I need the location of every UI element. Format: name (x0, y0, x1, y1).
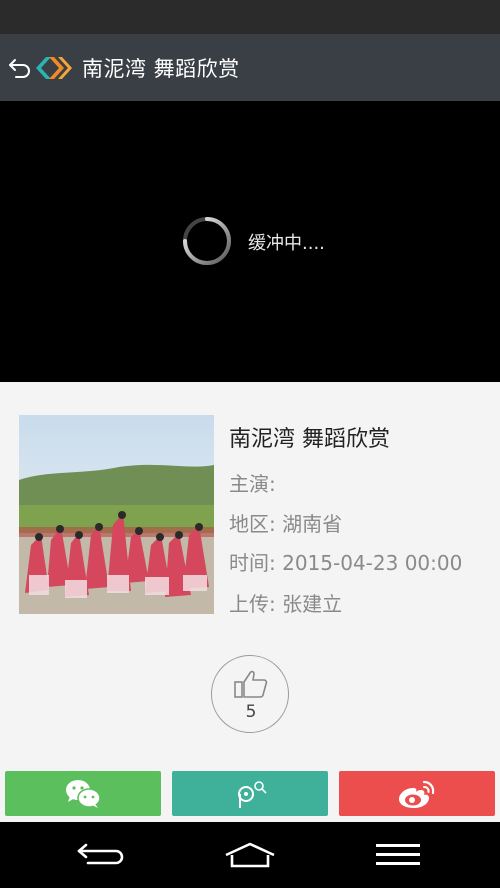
thumbs-up-icon (234, 670, 268, 698)
loading-spinner-icon (183, 217, 231, 265)
share-weibo-button[interactable] (339, 771, 495, 816)
moments-icon (238, 780, 267, 808)
uploader-value: 张建立 (282, 592, 343, 616)
region-row: 地区: 湖南省 (229, 508, 342, 537)
nav-back-button[interactable] (52, 822, 152, 888)
nav-home-button[interactable] (200, 822, 300, 888)
system-nav-bar (0, 822, 500, 888)
weibo-icon (399, 780, 435, 808)
nav-menu-button[interactable] (348, 822, 448, 888)
share-moments-button[interactable] (172, 771, 328, 816)
back-button[interactable] (6, 34, 74, 101)
buffering-text: 缓冲中.... (248, 233, 325, 254)
title-bar: 南泥湾 舞蹈欣赏 (0, 34, 500, 101)
region-value: 湖南省 (282, 512, 343, 536)
region-label: 地区: (229, 512, 276, 536)
uploader-label: 上传: (229, 592, 276, 616)
nav-menu-icon (376, 844, 420, 865)
time-row: 时间: 2015-04-23 00:00 (229, 547, 462, 576)
video-title: 南泥湾 舞蹈欣赏 (229, 427, 390, 452)
video-thumbnail (19, 415, 214, 614)
time-label: 时间: (229, 551, 276, 575)
nav-back-icon (77, 843, 124, 865)
like-button[interactable]: 5 (211, 655, 289, 733)
status-bar (0, 0, 500, 34)
like-count: 5 (245, 702, 257, 722)
share-wechat-button[interactable] (5, 771, 161, 816)
nav-home-icon (225, 842, 275, 868)
app-logo-icon (36, 56, 72, 79)
time-value: 2015-04-23 00:00 (282, 551, 463, 575)
lead-actor-row: 主演: (229, 468, 276, 497)
wechat-icon (66, 779, 101, 808)
back-arrow-icon (9, 58, 30, 78)
page-title: 南泥湾 舞蹈欣赏 (82, 56, 240, 81)
uploader-row: 上传: 张建立 (229, 588, 342, 617)
lead-actor-label: 主演: (229, 472, 276, 496)
